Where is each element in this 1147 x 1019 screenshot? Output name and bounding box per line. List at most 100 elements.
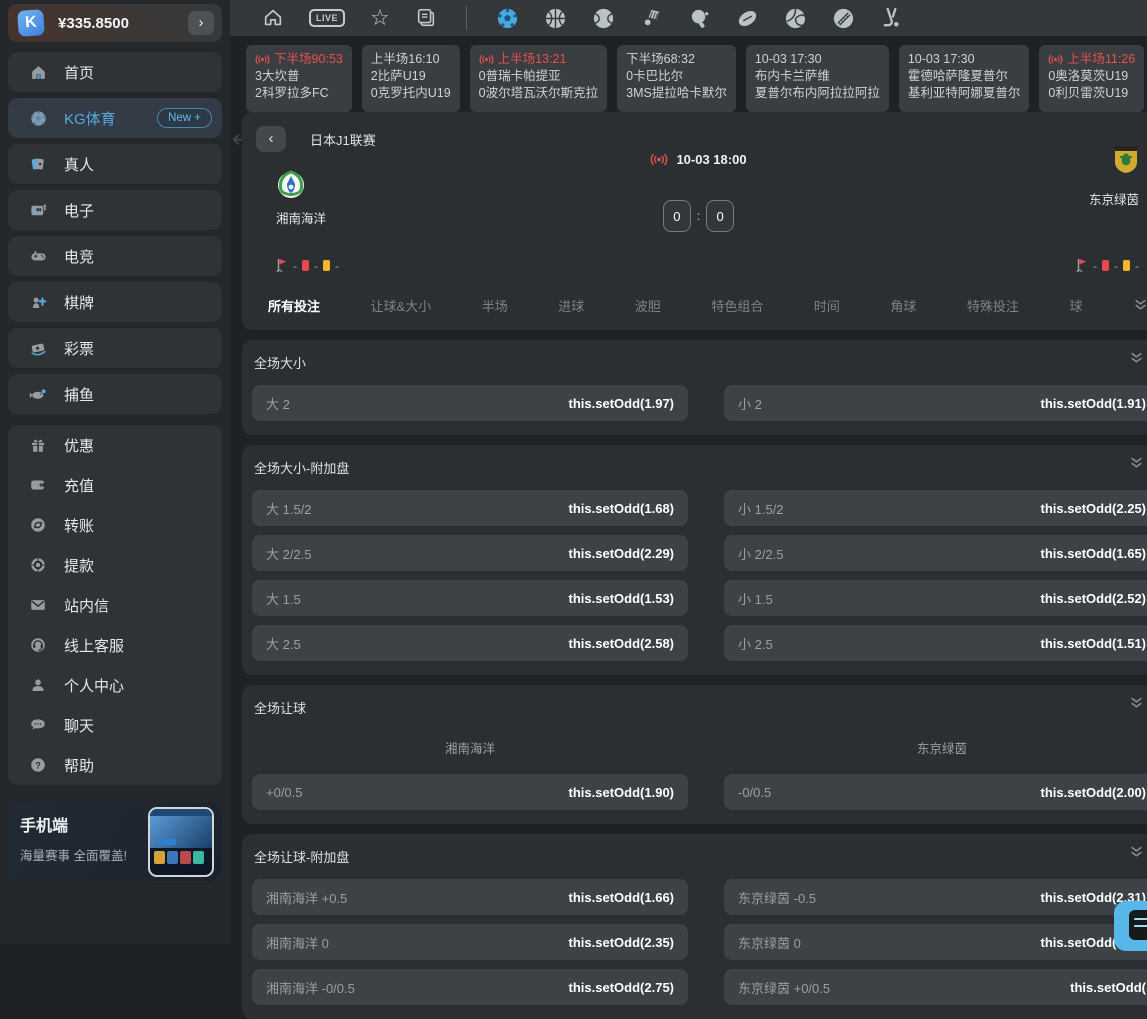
odds-label: 东京绿茵 0: [738, 933, 801, 952]
odds-button[interactable]: 湘南海洋 0this.setOdd(2.35): [252, 924, 688, 960]
ticker-home: 2比萨U19: [371, 68, 451, 85]
ticker-card[interactable]: 下半场68:32 0卡巴比尔 3MS提拉哈卡默尔: [617, 45, 736, 112]
double-chevron-down-icon[interactable]: [1130, 352, 1143, 365]
odds-button[interactable]: +0/0.5this.setOdd(1.90): [252, 774, 688, 810]
tab-all-bets[interactable]: 所有投注: [268, 296, 320, 315]
balance-expand-button[interactable]: ›: [188, 11, 214, 35]
odds-button[interactable]: 大 1.5/2this.setOdd(1.68): [252, 490, 688, 526]
odds-label: 大 1.5: [266, 589, 301, 608]
sport-badminton-icon[interactable]: [640, 7, 663, 30]
tab-goals[interactable]: 进球: [558, 296, 584, 315]
section-title: 全场大小: [254, 353, 1145, 372]
wallet-icon: [28, 475, 48, 495]
balance-card[interactable]: K ¥335.8500 ›: [8, 4, 222, 42]
tab-corners[interactable]: 角球: [890, 296, 916, 315]
home-icon[interactable]: [262, 7, 284, 29]
score-separator: :: [697, 209, 700, 223]
balance-amount: ¥335.8500: [58, 15, 129, 32]
ticker-card[interactable]: 上半场11:26 0奥洛莫茨U19 0利贝雷茨U19: [1039, 45, 1144, 112]
ticker-card[interactable]: 10-03 17:30 霍德哈萨隆夏普尔 基利亚特阿娜夏普尔: [899, 45, 1030, 112]
sport-table-tennis-icon[interactable]: [688, 7, 711, 30]
odds-button[interactable]: 大 2/2.5this.setOdd(2.29): [252, 535, 688, 571]
sidebar-item-live-casino[interactable]: 真人: [8, 144, 222, 184]
sidebar-item-kg-sports[interactable]: KG体育 New +: [8, 98, 222, 138]
back-button[interactable]: ‹: [256, 126, 286, 152]
sidebar-item-help[interactable]: ? 帮助: [8, 745, 222, 785]
double-chevron-down-icon[interactable]: [1130, 697, 1143, 710]
corner-flag-icon: [1076, 258, 1088, 273]
double-chevron-down-icon[interactable]: [1134, 299, 1147, 312]
sport-soccer-icon[interactable]: [496, 7, 519, 30]
chess-icon: [28, 292, 48, 312]
odds-button[interactable]: 东京绿茵 0this.setOdd(1.64): [724, 924, 1147, 960]
sidebar-item-transfer[interactable]: 转账: [8, 505, 222, 545]
sidebar-item-fishing[interactable]: 捕鱼: [8, 374, 222, 414]
odds-label: 东京绿茵 +0/0.5: [738, 978, 830, 997]
section-full-time-handicap: 全场让球 湘南海洋 东京绿茵 +0/0.5this.setOdd(1.90) -…: [242, 685, 1147, 824]
star-icon[interactable]: ☆: [370, 7, 390, 29]
mobile-app-promo[interactable]: 手机端 海量赛事 全面覆盖!: [8, 802, 222, 881]
tab-half[interactable]: 半场: [482, 296, 508, 315]
sport-basketball-icon[interactable]: [544, 7, 567, 30]
sport-volleyball-icon[interactable]: [784, 7, 807, 30]
stat-dash: -: [293, 259, 297, 273]
sport-cricket-icon[interactable]: [832, 7, 855, 30]
sidebar-item-profile[interactable]: 个人中心: [8, 665, 222, 705]
sidebar-item-chat[interactable]: 聊天: [8, 705, 222, 745]
tab-correct-score[interactable]: 波胆: [635, 296, 661, 315]
ticker-card[interactable]: 上半场13:21 0普瑞卡帕提亚 0波尔塔瓦沃尔斯克拉: [470, 45, 607, 112]
sidebar-item-slots[interactable]: 电子: [8, 190, 222, 230]
sport-hockey-icon[interactable]: [880, 7, 903, 30]
profile-icon: [28, 675, 48, 695]
odds-button[interactable]: 小 2this.setOdd(1.91): [724, 385, 1147, 421]
odds-button[interactable]: 湘南海洋 -0/0.5this.setOdd(2.75): [252, 969, 688, 1005]
sidebar-item-messages[interactable]: 站内信: [8, 585, 222, 625]
tab-time[interactable]: 时间: [814, 296, 840, 315]
sidebar-item-home[interactable]: 首页: [8, 52, 222, 92]
chevron-right-icon: ›: [199, 15, 204, 30]
sidebar-item-deposit[interactable]: 充值: [8, 465, 222, 505]
odds-button[interactable]: 大 2.5this.setOdd(2.58): [252, 625, 688, 661]
brand-logo: K: [17, 9, 45, 37]
double-chevron-down-icon[interactable]: [1130, 846, 1143, 859]
sidebar-item-board-games[interactable]: 棋牌: [8, 282, 222, 322]
ticker-away: 2科罗拉多FC: [255, 85, 343, 102]
odds-button[interactable]: 小 2.5this.setOdd(1.51): [724, 625, 1147, 661]
withdraw-icon: [28, 555, 48, 575]
match-time-label: 10-03 18:00: [676, 152, 746, 167]
odds-button[interactable]: 小 1.5this.setOdd(2.52): [724, 580, 1147, 616]
yellow-card-icon: [323, 260, 330, 271]
away-team-crest: [1113, 144, 1139, 174]
odds-button[interactable]: 小 1.5/2this.setOdd(2.25): [724, 490, 1147, 526]
sidebar-item-lottery[interactable]: 彩票: [8, 328, 222, 368]
odds-value: this.setOdd(1.91): [1041, 396, 1146, 411]
sidebar-item-withdraw[interactable]: 提款: [8, 545, 222, 585]
ticker-card[interactable]: 下半场90:53 3大坎普 2科罗拉多FC: [246, 45, 352, 112]
tab-handicap-ou[interactable]: 让球&大小: [371, 296, 432, 315]
tab-players[interactable]: 球员: [1069, 296, 1083, 315]
home-score: 0: [663, 200, 691, 232]
live-broadcast-icon: [650, 153, 668, 166]
live-broadcast-icon: [1048, 54, 1063, 65]
ticker-card[interactable]: 10-03 17:30 布内卡兰萨维 夏普尔布内阿拉拉阿拉: [746, 45, 889, 112]
tab-specials-combo[interactable]: 特色组合: [711, 296, 763, 315]
odds-button[interactable]: 大 2this.setOdd(1.97): [252, 385, 688, 421]
sidebar-item-esports[interactable]: 电竞: [8, 236, 222, 276]
odds-button[interactable]: 大 1.5this.setOdd(1.53): [252, 580, 688, 616]
sidebar-item-label: 电子: [64, 200, 94, 221]
ticker-time: 下半场68:32: [626, 51, 695, 68]
tab-special-bets[interactable]: 特殊投注: [967, 296, 1019, 315]
ticker-card[interactable]: 上半场16:10 2比萨U19 0克罗托内U19: [362, 45, 460, 112]
odds-button[interactable]: 湘南海洋 +0.5this.setOdd(1.66): [252, 879, 688, 915]
odds-button[interactable]: 小 2/2.5this.setOdd(1.65): [724, 535, 1147, 571]
sidebar-item-customer-service[interactable]: 线上客服: [8, 625, 222, 665]
odds-button[interactable]: 东京绿茵 -0.5this.setOdd(2.31): [724, 879, 1147, 915]
betslip-icon[interactable]: [415, 7, 437, 29]
odds-button[interactable]: -0/0.5this.setOdd(2.00): [724, 774, 1147, 810]
live-icon[interactable]: LIVE: [309, 9, 345, 27]
sidebar-item-promotions[interactable]: 优惠: [8, 425, 222, 465]
sport-rugby-icon[interactable]: [736, 7, 759, 30]
odds-button[interactable]: 东京绿茵 +0/0.5this.setOdd(: [724, 969, 1147, 1005]
sport-tennis-icon[interactable]: [592, 7, 615, 30]
double-chevron-down-icon[interactable]: [1130, 457, 1143, 470]
